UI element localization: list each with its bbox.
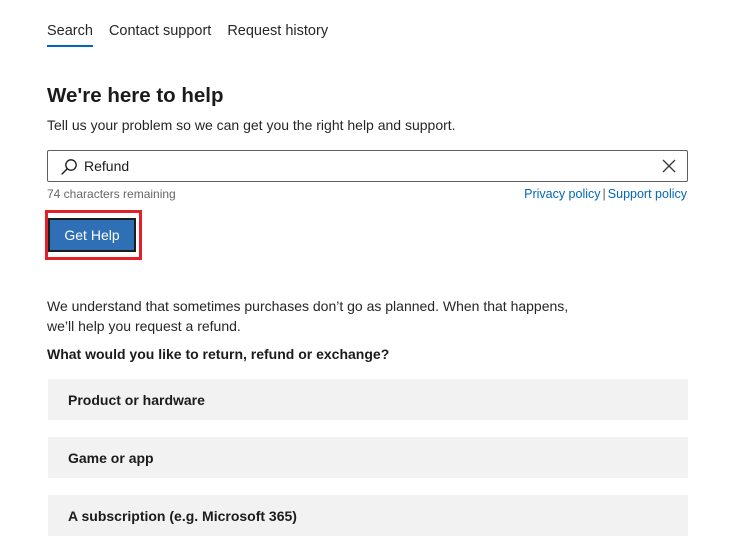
close-icon[interactable] bbox=[661, 158, 677, 174]
tab-search[interactable]: Search bbox=[47, 0, 93, 49]
refund-intro-text: We understand that sometimes purchases d… bbox=[47, 298, 569, 334]
page-subtitle: Tell us your problem so we can get you t… bbox=[47, 117, 456, 133]
tab-contact-support[interactable]: Contact support bbox=[109, 0, 211, 49]
character-counter: 74 characters remaining bbox=[47, 187, 176, 201]
option-product-or-hardware[interactable]: Product or hardware bbox=[48, 379, 688, 420]
policy-links: Privacy policy | Support policy bbox=[524, 187, 687, 201]
link-separator: | bbox=[602, 187, 606, 201]
search-icon bbox=[61, 159, 77, 175]
search-input[interactable] bbox=[84, 151, 654, 181]
tab-bar: Search Contact support Request history bbox=[47, 0, 344, 49]
search-box bbox=[47, 150, 688, 182]
option-game-or-app[interactable]: Game or app bbox=[48, 437, 688, 478]
tab-request-history[interactable]: Request history bbox=[227, 0, 328, 49]
page-title: We're here to help bbox=[47, 84, 224, 107]
get-help-button[interactable]: Get Help bbox=[48, 218, 136, 252]
support-policy-link[interactable]: Support policy bbox=[608, 187, 687, 201]
privacy-policy-link[interactable]: Privacy policy bbox=[524, 187, 600, 201]
refund-question: What would you like to return, refund or… bbox=[47, 346, 390, 362]
option-subscription[interactable]: A subscription (e.g. Microsoft 365) bbox=[48, 495, 688, 536]
